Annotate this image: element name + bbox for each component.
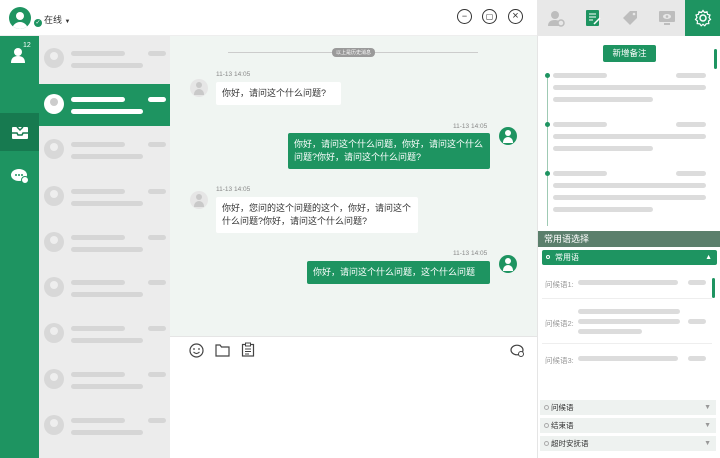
list-item[interactable] — [39, 222, 170, 262]
tab-monitor[interactable] — [648, 0, 685, 36]
common-phrases-dropdown[interactable]: 常用语 ▲ — [542, 250, 717, 265]
rail-item-contacts[interactable]: 12 — [0, 36, 39, 74]
monitor-eye-icon — [658, 10, 675, 25]
section-label: 超时安抚语 — [551, 439, 589, 448]
minimize-icon: − — [461, 11, 468, 21]
list-item[interactable] — [39, 313, 170, 353]
avatar — [44, 48, 64, 68]
chat-bubble-icon — [10, 169, 29, 184]
greeting-label: 问候语1: — [545, 280, 574, 289]
user-settings-icon — [547, 11, 565, 27]
common-phrases-label: 常用语 — [555, 253, 579, 262]
collapsed-section-greetings[interactable]: 问候语 ▼ — [540, 400, 716, 415]
message-input-area[interactable] — [170, 336, 537, 458]
section-label: 结束语 — [551, 421, 574, 430]
avatar — [44, 139, 64, 159]
unread-badge: 12 — [23, 42, 31, 49]
online-check-icon: ✓ — [34, 19, 42, 27]
chat-area[interactable]: 以上是历史消息 11-13 14:05 你好，请问这个什么问题? 11-13 1… — [170, 36, 537, 336]
message-bubble: 你好，请问这个什么问题? — [216, 82, 341, 105]
avatar — [44, 232, 64, 252]
caret-up-icon: ▲ — [705, 254, 712, 261]
minimize-button[interactable]: − — [457, 9, 472, 24]
tab-notes[interactable] — [574, 0, 611, 36]
right-tab-bar — [537, 0, 720, 36]
message-time: 11-13 14:05 — [453, 250, 488, 257]
note-edit-icon — [585, 10, 601, 26]
maximize-button[interactable]: ▢ — [482, 9, 497, 24]
history-label: 以上是历史消息 — [332, 48, 376, 57]
inbox-icon — [11, 126, 28, 139]
caret-down-icon: ▼ — [704, 440, 711, 447]
list-item[interactable] — [39, 405, 170, 445]
rail-item-inbox[interactable] — [0, 113, 39, 151]
list-item[interactable] — [39, 267, 170, 307]
avatar — [44, 277, 64, 297]
gear-icon — [694, 9, 711, 27]
maximize-icon: ▢ — [485, 11, 494, 21]
close-button[interactable]: × — [508, 9, 523, 24]
clipboard-icon[interactable] — [241, 342, 255, 357]
customer-avatar — [190, 79, 208, 97]
message-bubble: 你好，请问这个什么问题，你好，请问这个什么问题?你好，请问这个什么问题? — [288, 133, 490, 169]
collapsed-section-timeout[interactable]: 超时安抚语 ▼ — [540, 436, 716, 451]
avatar — [44, 369, 64, 389]
message-time: 11-13 14:05 — [216, 71, 251, 78]
message-time: 11-13 14:05 — [216, 186, 251, 193]
status-dropdown[interactable]: 在线 ▼ — [44, 13, 70, 26]
tab-settings[interactable] — [685, 0, 720, 36]
notes-scrollbar[interactable] — [714, 49, 717, 69]
close-icon: × — [512, 10, 519, 22]
list-item[interactable] — [39, 129, 170, 169]
list-item-active[interactable] — [39, 84, 170, 126]
tab-tags[interactable] — [611, 0, 648, 36]
section-label: 问候语 — [551, 403, 574, 412]
title-bar: ✓ 在线 ▼ − ▢ × — [0, 0, 538, 36]
message-bubble: 你好，请问这个什么问题，这个什么问题 — [307, 261, 490, 284]
list-item[interactable] — [39, 38, 170, 78]
avatar — [44, 186, 64, 206]
list-item[interactable] — [39, 176, 170, 216]
collapsed-section-closing[interactable]: 结束语 ▼ — [540, 418, 716, 433]
tag-icon — [622, 11, 637, 25]
message-bubble: 你好，您问的这个问题的这个，你好，请问这个什么问题?你好，请问这个什么问题? — [216, 197, 418, 233]
conversation-list[interactable] — [39, 36, 170, 458]
caret-down-icon: ▼ — [64, 19, 71, 25]
right-panel: 新增备注 常用语选择 常用语 ▲ 问候语1: 问候语2: 问候语3: — [537, 36, 720, 458]
emoji-icon[interactable] — [189, 343, 204, 358]
nav-rail: 12 — [0, 36, 39, 458]
list-item[interactable] — [39, 359, 170, 399]
caret-down-icon: ▼ — [704, 404, 711, 411]
agent-avatar — [499, 255, 517, 273]
agent-avatar — [499, 127, 517, 145]
folder-icon[interactable] — [215, 343, 230, 357]
message-time: 11-13 14:05 — [453, 123, 488, 130]
status-text: 在线 — [44, 15, 63, 25]
avatar — [44, 323, 64, 343]
caret-down-icon: ▼ — [704, 422, 711, 429]
phrases-title: 常用语选择 — [538, 231, 720, 247]
avatar — [44, 415, 64, 435]
timeline-line — [547, 76, 548, 226]
radio-dot-icon — [546, 255, 550, 259]
greeting-label: 问候语2: — [545, 319, 574, 328]
quick-reply-icon[interactable] — [510, 344, 525, 358]
user-avatar[interactable] — [9, 7, 31, 29]
phrases-scrollbar[interactable] — [712, 278, 715, 298]
avatar — [44, 94, 64, 114]
greeting-label: 问候语3: — [545, 356, 574, 365]
tab-customer-info[interactable] — [537, 0, 574, 36]
customer-avatar — [190, 191, 208, 209]
add-note-button[interactable]: 新增备注 — [603, 45, 656, 62]
rail-item-chat[interactable] — [0, 157, 39, 195]
